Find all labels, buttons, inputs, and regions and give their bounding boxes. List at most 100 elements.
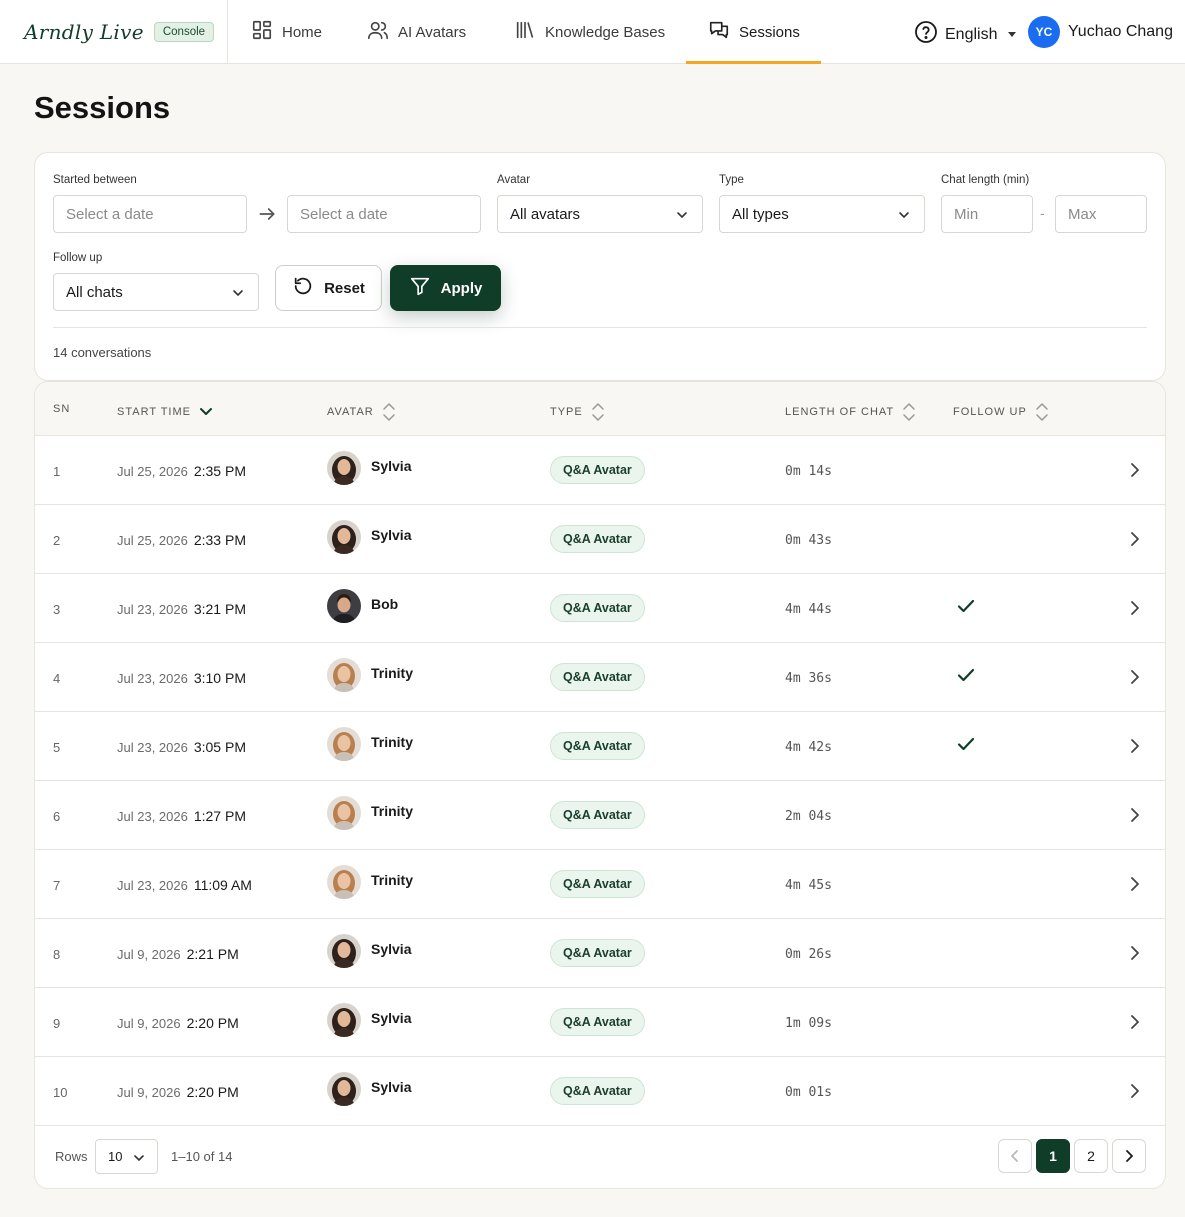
column-header-start-time[interactable]: START TIME [117,403,213,421]
chevron-right-icon [1126,1150,1133,1162]
table-row[interactable]: 1 Jul 25, 2026 2:35 PM Sylvia Q&A Avatar 0m 1… [35,436,1165,505]
caret-down-icon [1008,32,1017,37]
rows-label: Rows [55,1149,88,1164]
chevron-left-icon [1011,1150,1018,1162]
chevron-right-icon[interactable] [1125,805,1145,825]
nav-label: AI Avatars [398,23,467,41]
chevron-right-icon[interactable] [1125,1081,1145,1101]
sort-icon [1036,403,1048,421]
avatar-name: Sylvia [371,527,412,543]
row-chat-length: 4m 44s [785,602,832,617]
chevron-right-icon[interactable] [1125,667,1145,687]
row-date: Jul 23, 2026 [117,878,188,893]
filter-panel: Started between Select a date Select a d… [34,152,1166,381]
library-icon [514,19,536,45]
nav-item-sessions[interactable]: Sessions [708,0,800,64]
user-menu[interactable]: YC Yuchao Chang [1028,16,1185,48]
previous-page-button[interactable] [998,1139,1032,1173]
next-page-button[interactable] [1112,1139,1146,1173]
max-length-input[interactable]: Max [1055,195,1147,233]
apply-button[interactable]: Apply [390,265,501,311]
table-row[interactable]: 8 Jul 9, 2026 2:21 PM Sylvia Q&A Avatar 0m 26… [35,919,1165,988]
avatar-select[interactable]: All avatars [497,195,703,233]
type-badge: Q&A Avatar [550,525,645,553]
row-chat-length: 4m 42s [785,740,832,755]
end-date-input[interactable]: Select a date [287,195,481,233]
chevron-right-icon[interactable] [1125,598,1145,618]
row-date: Jul 25, 2026 [117,464,188,479]
users-icon [367,19,389,45]
table-row[interactable]: 3 Jul 23, 2026 3:21 PM Bob Q&A Avatar 4m 44s [35,574,1165,643]
column-header-avatar[interactable]: AVATAR [327,403,396,421]
table-row[interactable]: 9 Jul 9, 2026 2:20 PM Sylvia Q&A Avatar 1m 09… [35,988,1165,1057]
row-avatar: Trinity [327,727,413,761]
follow-up-select-value: All chats [66,283,123,301]
row-sn: 4 [53,671,61,686]
row-avatar: Trinity [327,865,413,899]
arrow-right-icon [257,204,277,224]
sort-icon [591,403,604,421]
chat-length-label: Chat length (min) [941,174,1030,186]
column-label: TYPE [550,406,583,418]
page-button-1[interactable]: 1 [1036,1139,1070,1173]
avatar-name: Sylvia [371,941,412,957]
column-header-sn: SN [53,403,70,415]
logo[interactable]: Arndly Live [24,20,144,44]
type-badge: Q&A Avatar [550,663,645,691]
chevron-right-icon[interactable] [1125,943,1145,963]
row-chat-length: 0m 14s [785,464,832,479]
reset-button[interactable]: Reset [275,265,382,311]
avatar-portrait [327,934,361,968]
avatar-name: Trinity [371,872,414,888]
table-row[interactable]: 4 Jul 23, 2026 3:10 PM Trinity Q&A Avatar 4m … [35,643,1165,712]
language-selector[interactable]: English [914,20,1017,49]
brand[interactable]: Arndly Live Console [24,18,215,46]
chevron-right-icon[interactable] [1125,460,1145,480]
row-time: 2:20 PM [186,1084,239,1100]
nav-item-home[interactable]: Home [251,0,322,64]
column-header-length[interactable]: LENGTH OF CHAT [785,403,916,421]
chevron-right-icon[interactable] [1125,529,1145,549]
row-avatar: Sylvia [327,451,411,485]
avatar-name: Sylvia [371,458,412,474]
row-chat-length: 0m 26s [785,947,832,962]
check-icon [957,737,975,751]
nav-label: Knowledge Bases [545,23,666,41]
start-date-input[interactable]: Select a date [53,195,247,233]
chevron-right-icon[interactable] [1125,1012,1145,1032]
reset-icon [292,275,314,301]
chat-icon [708,19,730,45]
table-row[interactable]: 7 Jul 23, 2026 11:09 AM Trinity Q&A Avatar 4m… [35,850,1165,919]
avatar-portrait [327,1003,361,1037]
row-chat-length: 4m 45s [785,878,832,893]
follow-up-select[interactable]: All chats [53,273,259,311]
column-label: START TIME [117,406,191,418]
table-row[interactable]: 6 Jul 23, 2026 1:27 PM Trinity Q&A Avatar 2m … [35,781,1165,850]
console-badge: Console [153,22,215,42]
chevron-right-icon[interactable] [1125,874,1145,894]
table-row[interactable]: 10 Jul 9, 2026 2:20 PM Sylvia Q&A Avatar 0m 0… [35,1057,1165,1126]
row-date: Jul 9, 2026 [117,1085,181,1100]
type-select[interactable]: All types [719,195,925,233]
row-chat-length: 1m 09s [785,1016,832,1031]
rows-per-page-select[interactable]: 10 [95,1139,158,1174]
nav-item-knowledge-bases[interactable]: Knowledge Bases [514,0,665,64]
chevron-right-icon[interactable] [1125,736,1145,756]
column-header-follow-up[interactable]: FOLLOW UP [953,403,1049,421]
pagination-range: 1–10 of 14 [171,1149,233,1164]
table-row[interactable]: 5 Jul 23, 2026 3:05 PM Trinity Q&A Avatar 4m … [35,712,1165,781]
min-length-input[interactable]: Min [941,195,1033,233]
avatar-portrait [327,1072,361,1106]
help-icon [914,20,938,49]
active-tab-indicator [686,61,821,64]
chevron-down-icon [233,290,243,297]
type-label: Type [719,174,744,186]
nav-item-ai-avatars[interactable]: AI Avatars [367,0,466,64]
row-sn: 6 [53,809,61,824]
column-header-type[interactable]: TYPE [550,403,605,421]
language-label: English [945,25,998,43]
avatar-portrait [327,451,361,485]
page-button-2[interactable]: 2 [1074,1139,1108,1173]
nav-label: Home [282,23,323,41]
table-row[interactable]: 2 Jul 25, 2026 2:33 PM Sylvia Q&A Avatar 0m 4… [35,505,1165,574]
